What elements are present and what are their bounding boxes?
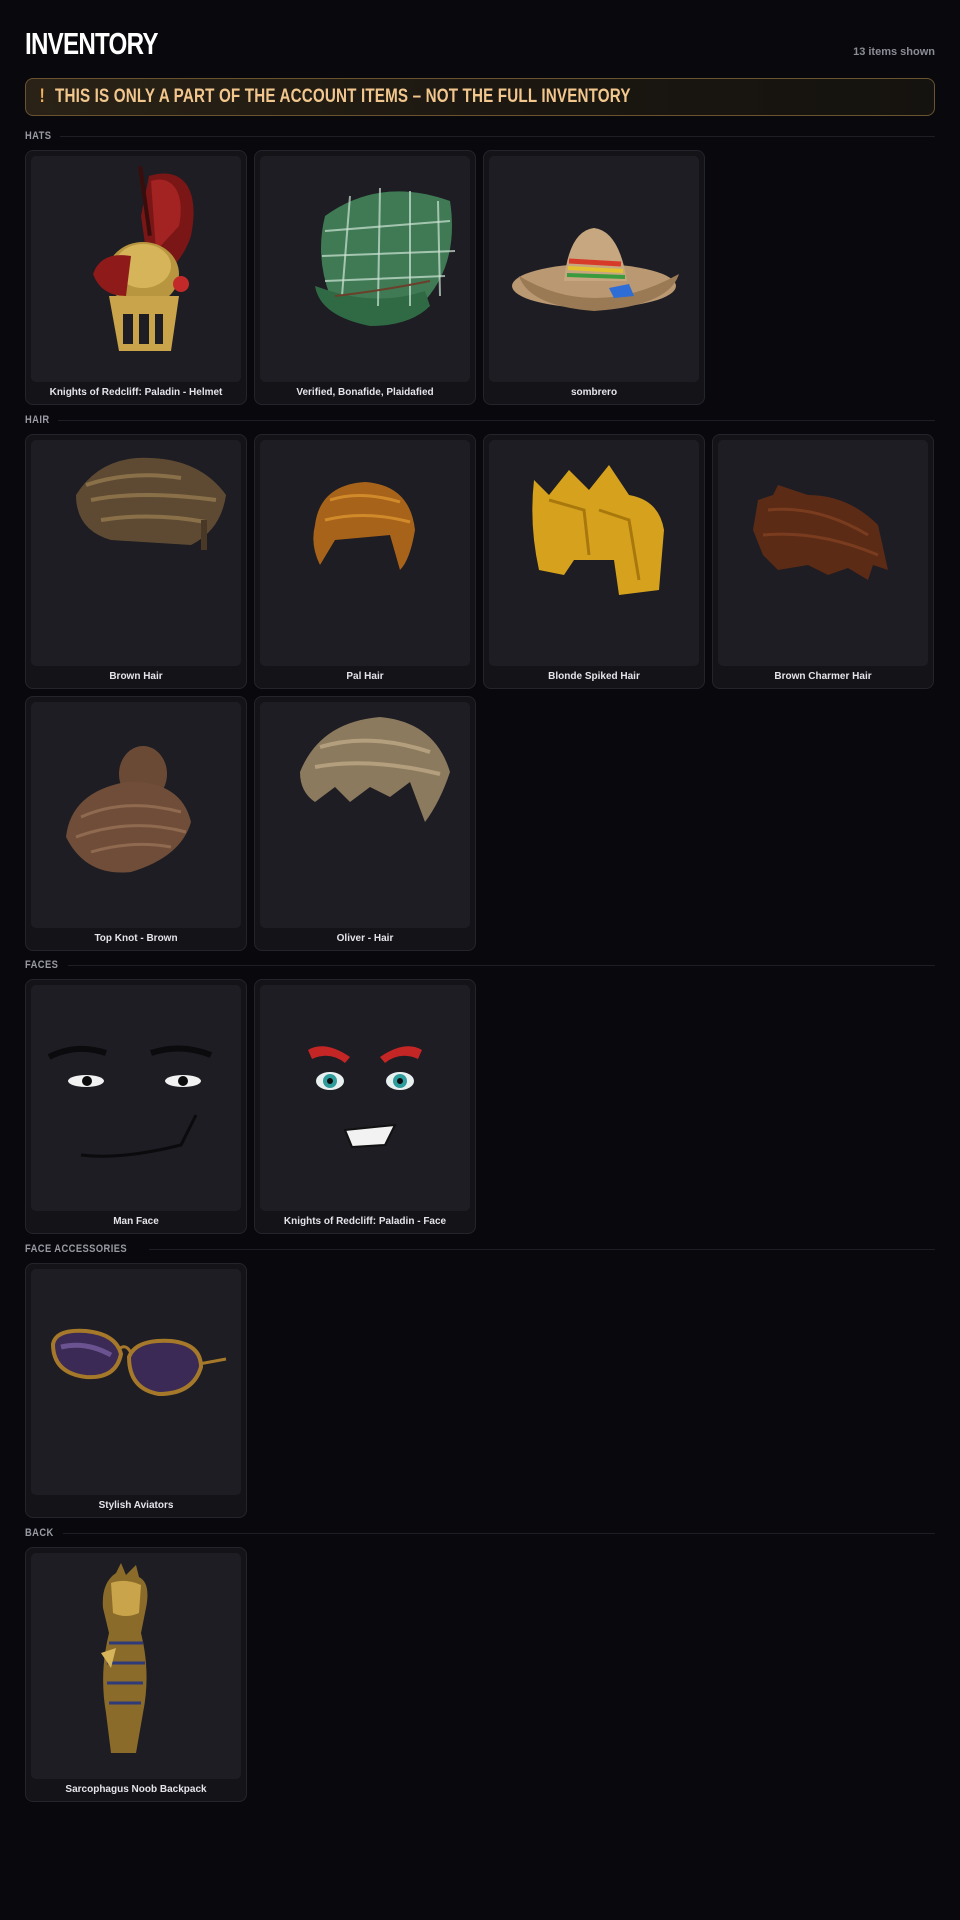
section-header-face-accessories: FACE ACCESSORIES xyxy=(25,1242,935,1256)
item-card[interactable]: Oliver - Hair xyxy=(254,696,476,951)
top-knot-icon xyxy=(31,702,241,928)
item-name: Knights of Redcliff: Paladin - Helmet xyxy=(49,387,223,398)
item-name: Pal Hair xyxy=(346,671,384,682)
brown-hair-icon xyxy=(31,440,241,666)
aviators-icon xyxy=(31,1269,241,1495)
paladin-face-icon xyxy=(260,985,470,1211)
item-card[interactable]: Man Face xyxy=(25,979,247,1234)
item-name: Man Face xyxy=(113,1216,159,1227)
item-card[interactable]: Blonde Spiked Hair xyxy=(483,434,705,689)
section-header-hair: HAIR xyxy=(25,413,935,427)
inventory-page: INVENTORY 13 items shown ! THIS IS ONLY … xyxy=(25,0,935,1802)
section-divider xyxy=(68,964,935,966)
section-divider xyxy=(62,1532,935,1534)
item-name: sombrero xyxy=(570,387,618,398)
item-name: Brown Charmer Hair xyxy=(774,671,872,682)
header: INVENTORY 13 items shown xyxy=(25,0,935,72)
notice-text: THIS IS ONLY A PART OF THE ACCOUNT ITEMS… xyxy=(55,86,631,107)
item-card[interactable]: Knights of Redcliff: Paladin - Face xyxy=(254,979,476,1234)
item-card[interactable]: Knights of Redcliff: Paladin - Helmet xyxy=(25,150,247,405)
paladin-helmet-icon xyxy=(31,156,241,382)
section-divider xyxy=(60,135,935,137)
section-divider xyxy=(57,419,935,421)
item-count: 13 items shown xyxy=(853,46,935,58)
sarcophagus-icon xyxy=(31,1553,241,1779)
page-title: INVENTORY xyxy=(25,26,159,61)
section-label: FACES xyxy=(25,959,59,971)
item-name: Verified, Bonafide, Plaidafied xyxy=(296,387,434,398)
item-name: Brown Hair xyxy=(109,671,163,682)
item-card[interactable]: Verified, Bonafide, Plaidafied xyxy=(254,150,476,405)
blonde-spiked-hair-icon xyxy=(489,440,699,666)
plaid-cap-icon xyxy=(260,156,470,382)
item-card[interactable]: Pal Hair xyxy=(254,434,476,689)
section-divider xyxy=(149,1248,935,1250)
item-name: Stylish Aviators xyxy=(98,1500,174,1511)
item-name: Blonde Spiked Hair xyxy=(548,671,640,682)
oliver-hair-icon xyxy=(260,702,470,928)
section-label: BACK xyxy=(25,1527,54,1539)
item-card[interactable]: Brown Hair xyxy=(25,434,247,689)
section-header-back: BACK xyxy=(25,1526,935,1540)
item-card[interactable]: Stylish Aviators xyxy=(25,1263,247,1518)
pal-hair-icon xyxy=(260,440,470,666)
item-card[interactable]: Top Knot - Brown xyxy=(25,696,247,951)
section-header-faces: FACES xyxy=(25,958,935,972)
item-name: Knights of Redcliff: Paladin - Face xyxy=(283,1216,447,1227)
sombrero-icon xyxy=(489,156,699,382)
item-card[interactable]: Sarcophagus Noob Backpack xyxy=(25,1547,247,1802)
section-label: HAIR xyxy=(25,414,50,426)
item-name: Top Knot - Brown xyxy=(94,933,178,944)
warning-icon: ! xyxy=(39,86,45,107)
item-card[interactable]: Brown Charmer Hair xyxy=(712,434,934,689)
brown-charmer-hair-icon xyxy=(718,440,928,666)
section-header-hats: HATS xyxy=(25,129,935,143)
man-face-icon xyxy=(31,985,241,1211)
item-card[interactable]: sombrero xyxy=(483,150,705,405)
item-name: Sarcophagus Noob Backpack xyxy=(65,1784,207,1795)
section-label: FACE ACCESSORIES xyxy=(25,1243,128,1255)
section-label: HATS xyxy=(25,130,52,142)
inventory-notice-banner: ! THIS IS ONLY A PART OF THE ACCOUNT ITE… xyxy=(25,78,935,116)
item-name: Oliver - Hair xyxy=(336,933,394,944)
